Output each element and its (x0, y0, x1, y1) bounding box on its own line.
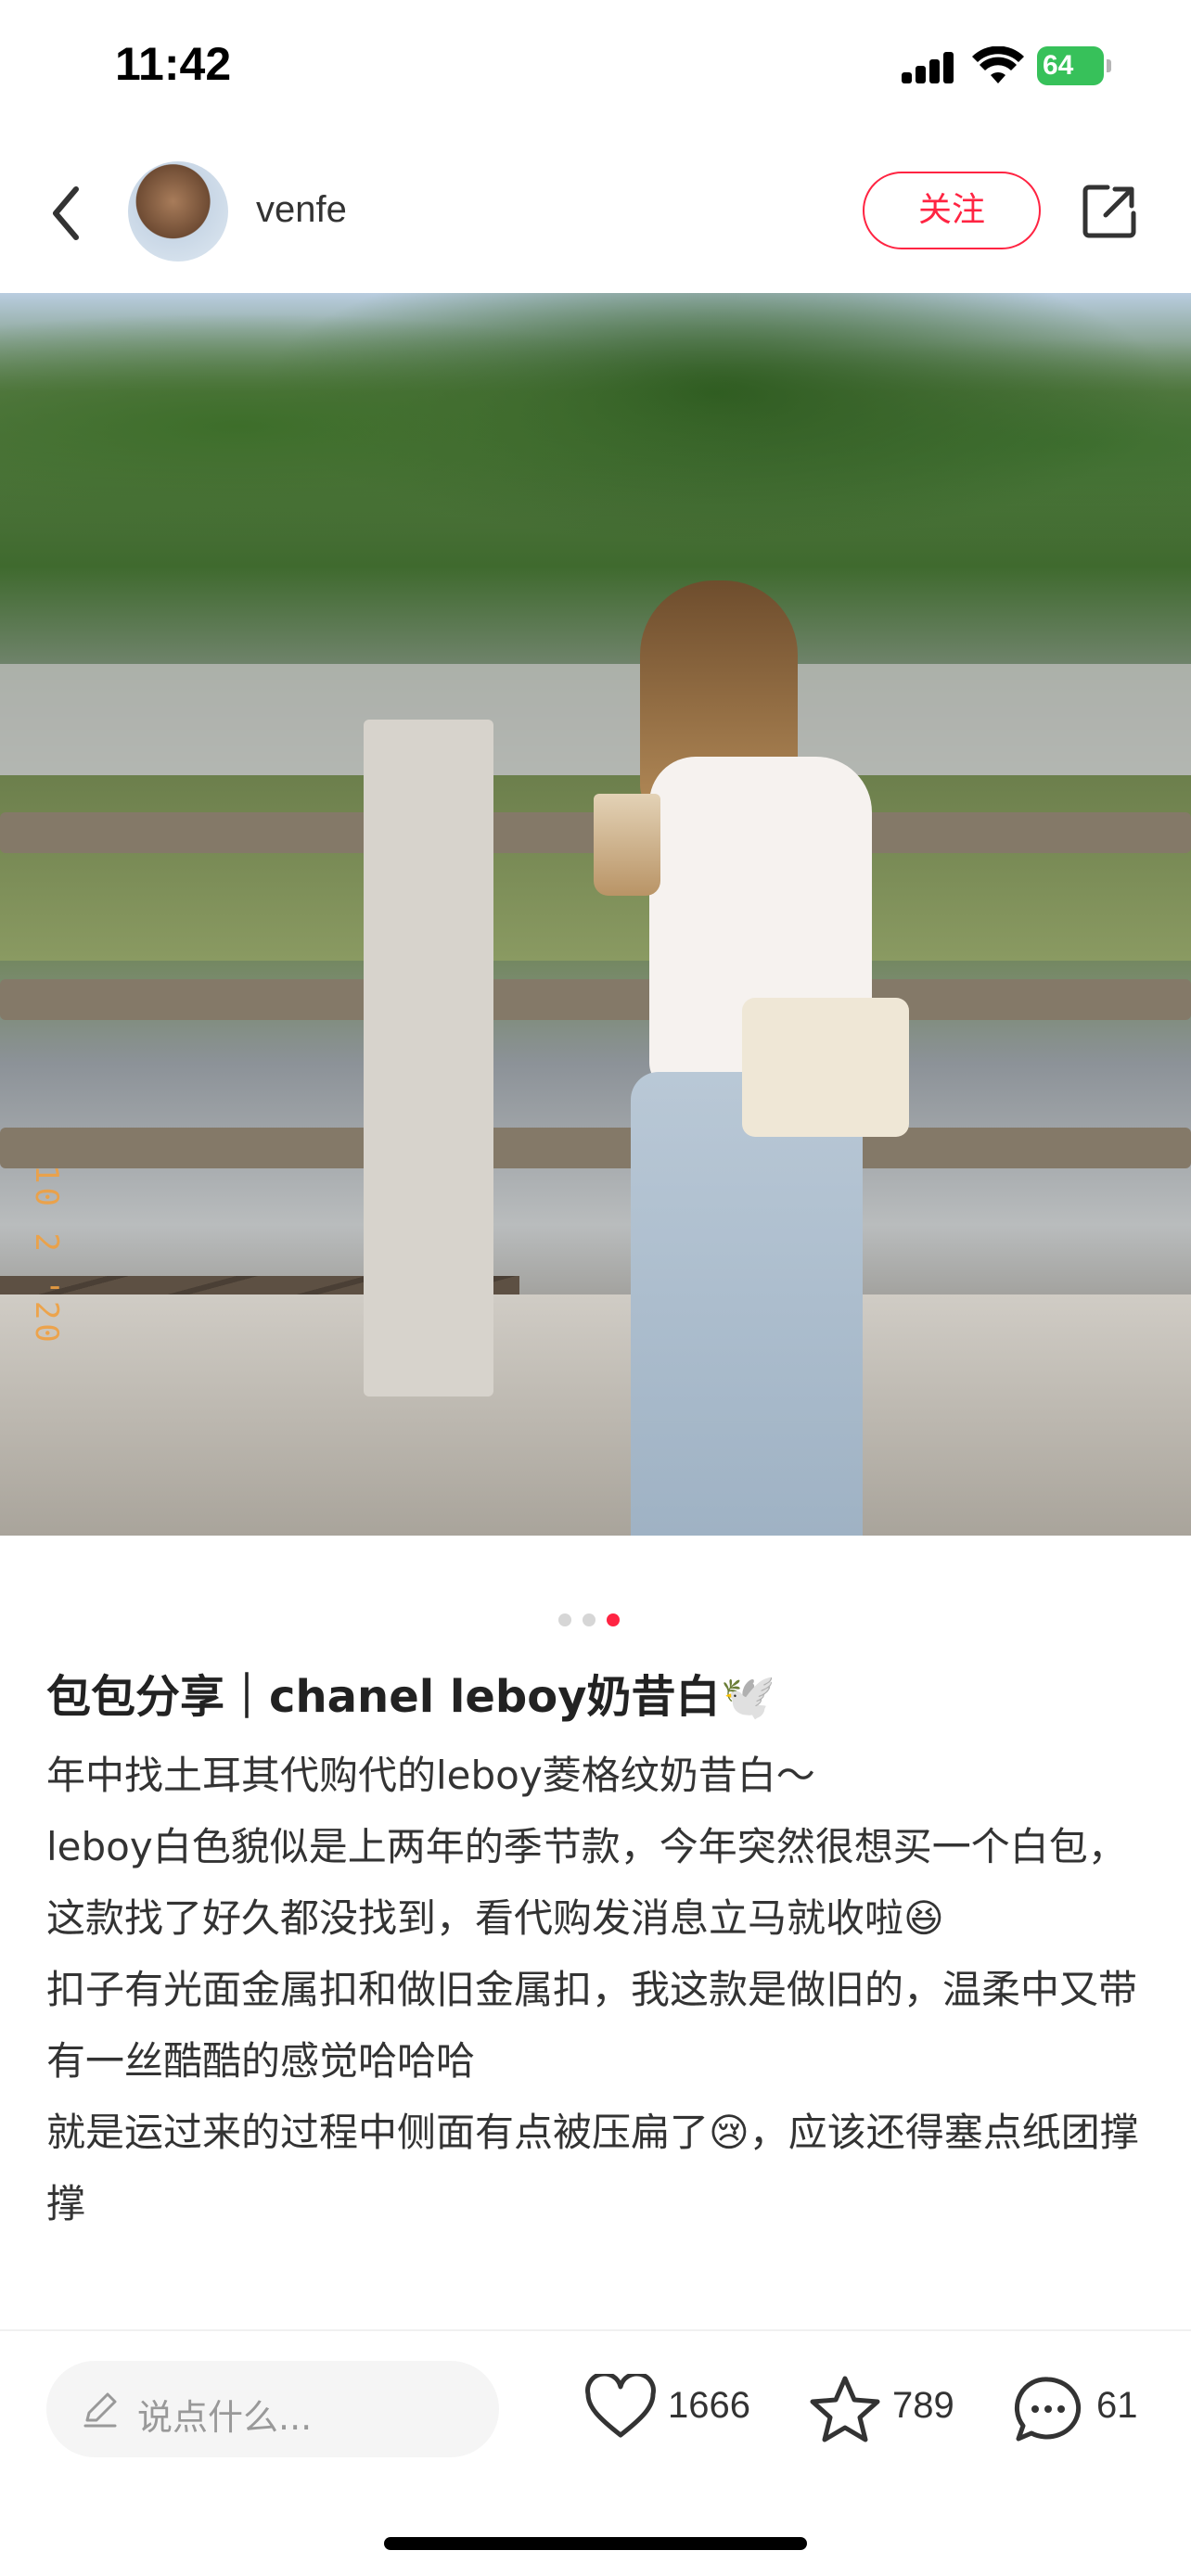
pager-dot-active (607, 1613, 620, 1626)
comment-button[interactable]: 61 (1011, 2374, 1150, 2448)
avatar[interactable] (128, 161, 228, 261)
post-paragraph: 扣子有光面金属扣和做旧金属扣，我这款是做旧的，温柔中又带有一丝酷酷的感觉哈哈哈 (46, 1967, 1138, 2084)
collect-count: 789 (892, 2385, 954, 2426)
bottom-divider (0, 2329, 1191, 2331)
username[interactable]: venfe (256, 189, 347, 231)
cellular-signal-icon (902, 52, 955, 83)
status-bar: 11:42 64 (0, 0, 1191, 139)
post-body: 年中找土耳其代购代的leboy菱格纹奶昔白～ leboy白色貌似是上两年的季节款… (46, 1740, 1150, 2239)
post-header: venfe 关注 (0, 148, 1191, 278)
battery-charging-icon: 64 (1037, 46, 1111, 85)
comment-count: 61 (1096, 2385, 1138, 2426)
image-pager (558, 1613, 633, 1626)
post-paragraph: 就是运过来的过程中侧面有点被压扁了😢，应该还得塞点纸团撑撑 (46, 2110, 1139, 2226)
wifi-icon (972, 46, 1024, 83)
post-paragraph: leboy白色貌似是上两年的季节款，今年突然很想买一个白包，这款找了好久都没找到… (46, 1824, 1127, 1941)
pager-dot (558, 1613, 571, 1626)
star-icon (810, 2376, 880, 2442)
battery-level: 64 (1037, 46, 1104, 85)
comment-bubble-icon (1014, 2377, 1082, 2442)
collect-button[interactable]: 789 (809, 2374, 976, 2448)
post-paragraph: 年中找土耳其代购代的leboy菱格纹奶昔白～ (46, 1753, 815, 1798)
heart-icon (585, 2374, 656, 2438)
comment-input[interactable]: 说点什么... (46, 2361, 499, 2457)
like-button[interactable]: 1666 (584, 2374, 770, 2448)
pager-dot (583, 1613, 596, 1626)
status-time: 11:42 (115, 38, 232, 90)
photo-date-stamp: 10 2 '20 (28, 1165, 65, 1346)
like-count: 1666 (668, 2385, 750, 2426)
post-title: 包包分享｜chanel leboy奶昔白🕊️ (46, 1671, 776, 1723)
pencil-icon (83, 2392, 117, 2428)
follow-button[interactable]: 关注 (863, 172, 1041, 249)
back-arrow-icon[interactable] (39, 176, 95, 250)
home-indicator[interactable] (384, 2537, 807, 2550)
comment-placeholder: 说点什么... (137, 2397, 313, 2438)
post-content: 包包分享｜chanel leboy奶昔白🕊️ 年中找土耳其代购代的leboy菱格… (46, 1660, 1150, 2239)
share-icon[interactable] (1080, 182, 1139, 241)
post-photo[interactable]: 10 2 '20 (0, 293, 1191, 1536)
